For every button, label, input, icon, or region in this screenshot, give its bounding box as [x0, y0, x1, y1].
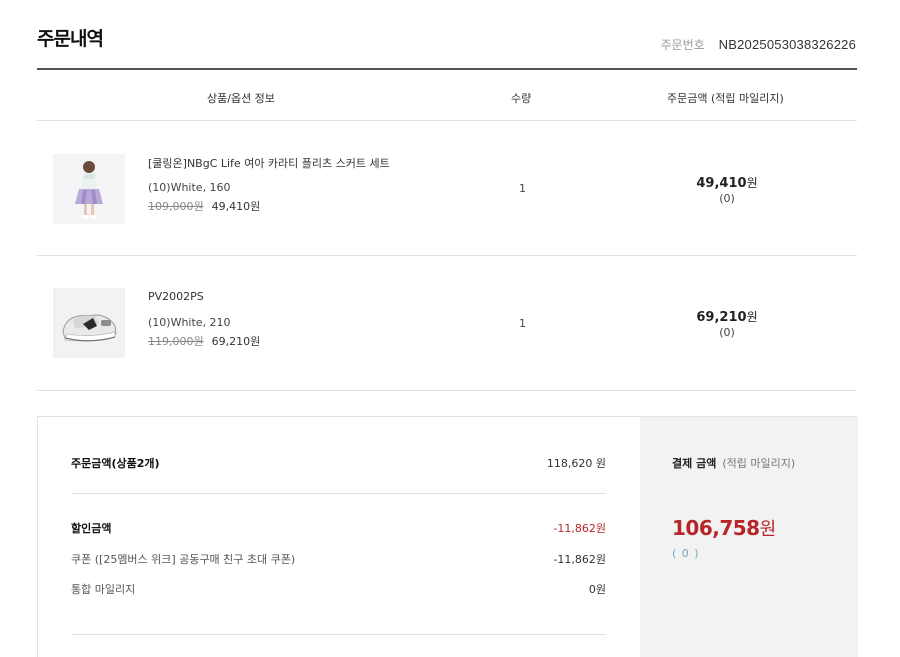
- product-amount: 69,210원: [667, 308, 787, 325]
- product-name[interactable]: [쿨링온]NBgC Life 여아 카라티 플리츠 스커트 세트: [148, 155, 390, 171]
- discount-value: -11,862원: [553, 522, 606, 535]
- order-number: 주문번호 NB2025053038326226: [660, 36, 856, 53]
- product-image[interactable]: [53, 288, 125, 358]
- product-image[interactable]: [53, 154, 125, 224]
- payment-total-value: 106,758: [672, 516, 760, 540]
- original-price: 119,000원: [148, 335, 204, 348]
- summary-divider: [71, 634, 606, 635]
- table-row: [쿨링온]NBgC Life 여아 카라티 플리츠 스커트 세트 (10)Whi…: [37, 121, 857, 256]
- column-header-quantity: 수량: [511, 92, 532, 105]
- order-table-header: 상품/옵션 정보 수량 주문금액 (적립 마일리지): [37, 70, 857, 121]
- column-header-product: 상품/옵션 정보: [207, 92, 275, 105]
- product-price: 119,000원 69,210원: [148, 333, 260, 349]
- page-title: 주문내역: [37, 28, 104, 50]
- order-number-label: 주문번호: [660, 38, 705, 52]
- payment-panel: 결제 금액 (적립 마일리지) 106,758원 ( 0 ): [640, 417, 858, 657]
- payment-title-text: 결제 금액: [672, 457, 717, 470]
- summary-divider: [71, 493, 606, 494]
- product-amount-value: 49,410: [696, 176, 747, 191]
- order-amount-label: 주문금액(상품2개): [71, 457, 160, 470]
- payment-subtitle: (적립 마일리지): [722, 457, 796, 470]
- product-mileage: (0): [719, 326, 735, 339]
- summary-breakdown: 주문금액(상품2개) 118,620 원 할인금액 -11,862원 쿠폰 ([…: [38, 417, 640, 657]
- mileage-label: 통합 마일리지: [71, 583, 136, 596]
- discount-label: 할인금액: [71, 522, 112, 535]
- payment-mileage: ( 0 ): [672, 547, 700, 560]
- product-quantity: 1: [519, 317, 526, 330]
- product-amount-value: 69,210: [696, 310, 747, 325]
- column-header-amount: 주문금액 (적립 마일리지): [667, 92, 784, 105]
- product-option: (10)White, 210: [148, 316, 231, 329]
- mileage-value: 0원: [588, 583, 606, 596]
- original-price: 109,000원: [148, 200, 204, 213]
- product-amount-unit: 원: [746, 310, 758, 324]
- sale-price: 69,210원: [211, 335, 261, 348]
- order-summary: 주문금액(상품2개) 118,620 원 할인금액 -11,862원 쿠폰 ([…: [37, 416, 858, 657]
- product-price: 109,000원 49,410원: [148, 198, 260, 214]
- table-row: PV2002PS (10)White, 210 119,000원 69,210원…: [37, 256, 857, 391]
- product-amount-unit: 원: [746, 176, 758, 190]
- product-mileage: (0): [719, 192, 735, 205]
- product-quantity: 1: [519, 182, 526, 195]
- payment-title: 결제 금액 (적립 마일리지): [672, 455, 795, 471]
- sale-price: 49,410원: [211, 200, 261, 213]
- payment-total: 106,758원: [672, 515, 776, 541]
- order-amount-value: 118,620 원: [546, 457, 606, 470]
- coupon-value: -11,862원: [553, 553, 606, 566]
- order-number-value: NB2025053038326226: [718, 37, 856, 52]
- coupon-label: 쿠폰 ([25멤버스 위크] 공동구매 친구 초대 쿠폰): [71, 553, 296, 566]
- product-option: (10)White, 160: [148, 181, 231, 194]
- product-name[interactable]: PV2002PS: [148, 290, 204, 303]
- product-amount: 49,410원: [667, 174, 787, 191]
- payment-total-unit: 원: [759, 519, 777, 540]
